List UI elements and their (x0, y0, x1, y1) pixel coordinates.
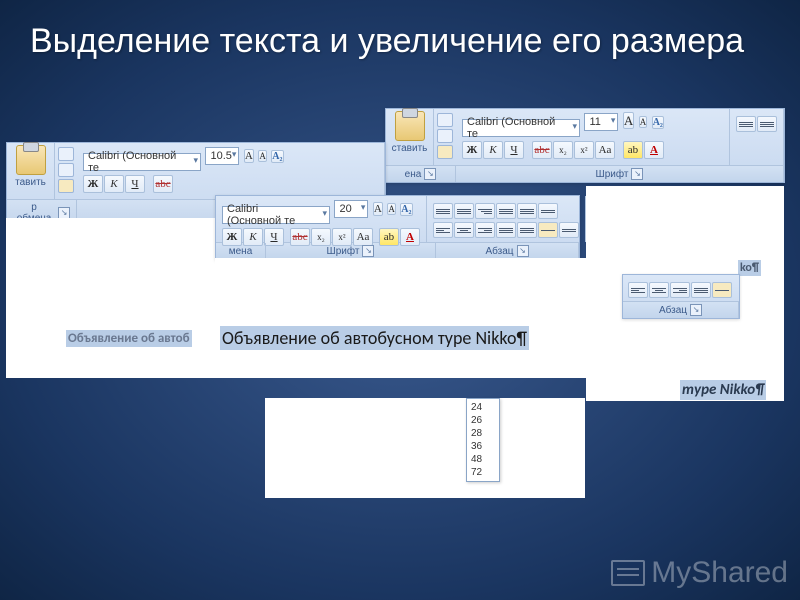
watermark-icon (611, 560, 645, 586)
shrink-font-button[interactable]: A (258, 150, 267, 162)
selected-text-main[interactable]: Объявление об автобусном туре Nikko¶ (220, 326, 529, 350)
italic-button[interactable]: К (104, 175, 124, 193)
align-left-button[interactable] (433, 222, 453, 238)
format-painter-icon[interactable] (58, 179, 74, 193)
selected-text-frag-bottom: туре Nikko¶ (680, 380, 766, 400)
ribbon-snippet-front: Calibri (Основной те 20 A A A₂ Ж К Ч abc… (215, 195, 580, 260)
format-painter-icon[interactable] (437, 145, 453, 159)
font-color-button[interactable]: A (644, 141, 664, 159)
font-size-combo[interactable]: 11 (584, 113, 618, 131)
shrink-font-button[interactable]: A (639, 116, 648, 128)
clipbuf-label: мена (216, 243, 266, 259)
paste-icon[interactable] (16, 145, 46, 175)
shading-button[interactable] (712, 282, 732, 298)
subscript-button[interactable]: x₂ (553, 141, 573, 159)
dialog-launcher-icon[interactable]: ↘ (517, 245, 529, 257)
copy-icon[interactable] (58, 163, 74, 177)
numbering-button[interactable] (454, 203, 474, 219)
paste-label: тавить (15, 177, 46, 188)
selected-text-partial: Объявление об автоб (66, 330, 192, 347)
dialog-launcher-icon[interactable]: ↘ (362, 245, 374, 257)
document-area-bottom (265, 398, 585, 498)
shading-button[interactable] (538, 222, 558, 238)
paste-icon[interactable] (395, 111, 425, 141)
sort-button[interactable] (538, 203, 558, 219)
dialog-launcher-icon[interactable]: ↘ (424, 168, 436, 180)
bold-button[interactable]: Ж (462, 141, 482, 159)
ribbon-snippet-para-small: Абзац ↘ (622, 274, 740, 319)
font-size-dropdown[interactable]: 24 26 28 36 48 72 (466, 398, 500, 482)
dialog-launcher-icon[interactable]: ↘ (690, 304, 702, 316)
copy-icon[interactable] (437, 129, 453, 143)
strike-button[interactable]: abc (153, 175, 173, 193)
strike-button[interactable]: abc (532, 141, 552, 159)
grow-font-button[interactable]: A (373, 202, 383, 216)
size-option[interactable]: 24 (467, 401, 499, 414)
cut-icon[interactable] (58, 147, 74, 161)
decrease-indent-button[interactable] (496, 203, 516, 219)
watermark: MyShared (611, 556, 788, 590)
clear-format-button[interactable]: A₂ (400, 203, 412, 216)
underline-button[interactable]: Ч (504, 141, 524, 159)
change-case-button[interactable]: Aa (595, 141, 615, 159)
font-size-combo[interactable]: 20 (334, 200, 368, 218)
para-group-label: Абзац ↘ (623, 302, 739, 318)
bullets-button[interactable] (433, 203, 453, 219)
clear-format-button[interactable]: A₂ (652, 116, 664, 129)
size-option[interactable]: 36 (467, 440, 499, 453)
highlight-button[interactable]: ab (623, 141, 643, 159)
align-center-button[interactable] (649, 282, 669, 298)
numbering-button[interactable] (757, 116, 777, 132)
shrink-font-button[interactable]: A (387, 203, 396, 215)
font-group-label: Шрифт ↘ (456, 166, 784, 182)
ribbon-snippet-back: ставить Calibri (Основной те 11 A A A₂ Ж… (385, 108, 785, 183)
bullets-button[interactable] (736, 116, 756, 132)
font-name-combo[interactable]: Calibri (Основной те (462, 119, 580, 137)
size-option[interactable]: 26 (467, 414, 499, 427)
underline-button[interactable]: Ч (125, 175, 145, 193)
font-group-label: Шрифт ↘ (266, 243, 436, 259)
paste-label: ставить (392, 143, 428, 154)
size-option[interactable]: 72 (467, 466, 499, 479)
clipboard-group-label: ена ↘ (386, 166, 456, 182)
increase-indent-button[interactable] (517, 203, 537, 219)
selected-text-frag-top: ko¶ (738, 260, 761, 276)
superscript-button[interactable]: x² (574, 141, 594, 159)
grow-font-button[interactable]: A (244, 149, 254, 163)
italic-button[interactable]: К (483, 141, 503, 159)
size-option[interactable]: 28 (467, 427, 499, 440)
dialog-launcher-icon[interactable]: ↘ (631, 168, 643, 180)
align-right-button[interactable] (475, 222, 495, 238)
slide-title: Выделение текста и увеличение его размер… (0, 0, 800, 71)
multilevel-button[interactable] (475, 203, 495, 219)
align-left-button[interactable] (628, 282, 648, 298)
font-size-combo[interactable]: 10.5 (205, 147, 239, 165)
justify-button[interactable] (691, 282, 711, 298)
font-name-combo[interactable]: Calibri (Основной те (222, 206, 330, 224)
bold-button[interactable]: Ж (83, 175, 103, 193)
align-right-button[interactable] (670, 282, 690, 298)
borders-button[interactable] (559, 222, 579, 238)
justify-button[interactable] (496, 222, 516, 238)
para-group-label: Абзац ↘ (436, 243, 579, 259)
size-option[interactable]: 48 (467, 453, 499, 466)
clear-format-button[interactable]: A₂ (271, 150, 283, 163)
cut-icon[interactable] (437, 113, 453, 127)
font-name-combo[interactable]: Calibri (Основной те (83, 153, 201, 171)
align-center-button[interactable] (454, 222, 474, 238)
grow-font-button[interactable]: A (623, 112, 634, 129)
line-spacing-button[interactable] (517, 222, 537, 238)
